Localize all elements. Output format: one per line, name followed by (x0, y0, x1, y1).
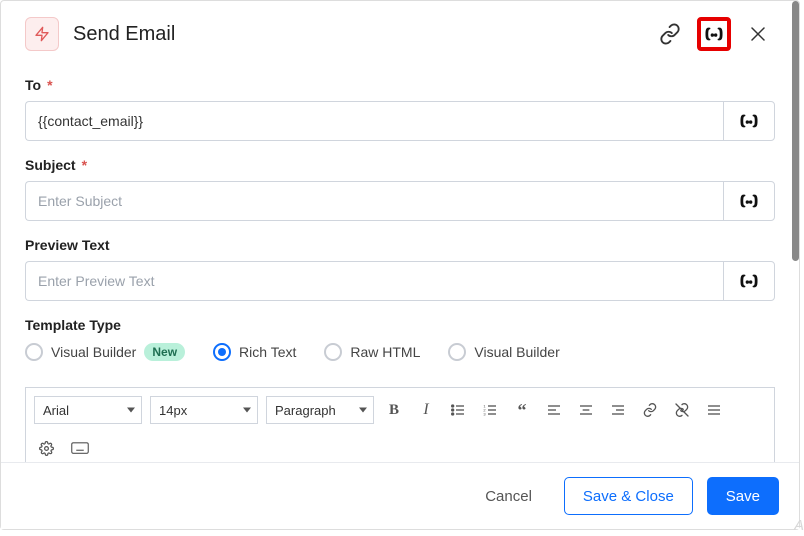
gear-icon[interactable] (34, 436, 58, 460)
font-size-select[interactable]: 14px (150, 396, 258, 424)
select-value: Arial (43, 403, 69, 418)
field-subject: Subject * (25, 157, 775, 221)
template-option-visual-builder[interactable]: Visual Builder (448, 343, 559, 361)
field-label-subject: Subject * (25, 157, 775, 173)
template-type-options: Visual Builder New Rich Text Raw HTML Vi… (25, 343, 775, 361)
italic-icon[interactable]: I (414, 398, 438, 422)
editor-toolbar: Arial 14px Paragraph B I 123 “ (25, 387, 775, 432)
link-icon[interactable] (653, 17, 687, 51)
numbered-list-icon[interactable]: 123 (478, 398, 502, 422)
radio-icon (213, 343, 231, 361)
save-button[interactable]: Save (707, 477, 779, 515)
field-to: To * (25, 77, 775, 141)
align-right-icon[interactable] (606, 398, 630, 422)
template-option-raw-html[interactable]: Raw HTML (324, 343, 420, 361)
radio-label: Raw HTML (350, 344, 420, 360)
select-value: 14px (159, 403, 187, 418)
input-row-to (25, 101, 775, 141)
panel-footer: Cancel Save & Close Save (1, 462, 799, 529)
input-row-subject (25, 181, 775, 221)
template-variable-icon[interactable] (697, 17, 731, 51)
radio-label: Visual Builder (474, 344, 559, 360)
to-input[interactable] (25, 101, 723, 141)
field-template-type: Template Type Visual Builder New Rich Te… (25, 317, 775, 361)
insert-variable-icon[interactable] (723, 101, 775, 141)
keyboard-icon[interactable] (68, 436, 92, 460)
panel-header: Send Email (1, 1, 799, 61)
radio-label: Visual Builder (51, 344, 136, 360)
align-center-icon[interactable] (574, 398, 598, 422)
bullet-list-icon[interactable] (446, 398, 470, 422)
insert-variable-icon[interactable] (723, 261, 775, 301)
panel-content: To * Subject * (1, 61, 799, 462)
field-label-preview: Preview Text (25, 237, 775, 253)
template-option-rich-text[interactable]: Rich Text (213, 343, 296, 361)
lightning-icon (25, 17, 59, 51)
label-text: To (25, 77, 41, 93)
font-family-select[interactable]: Arial (34, 396, 142, 424)
panel-title: Send Email (73, 23, 639, 46)
header-actions (653, 17, 775, 51)
subject-input[interactable] (25, 181, 723, 221)
align-left-icon[interactable] (542, 398, 566, 422)
unlink-icon[interactable] (670, 398, 694, 422)
block-format-select[interactable]: Paragraph (266, 396, 374, 424)
insert-variable-icon[interactable] (723, 181, 775, 221)
radio-icon (448, 343, 466, 361)
label-text: Subject (25, 157, 76, 173)
field-label-template-type: Template Type (25, 317, 775, 333)
radio-icon (324, 343, 342, 361)
input-row-preview (25, 261, 775, 301)
field-label-to: To * (25, 77, 775, 93)
align-justify-icon[interactable] (702, 398, 726, 422)
required-marker: * (47, 77, 52, 93)
field-preview: Preview Text (25, 237, 775, 301)
insert-link-icon[interactable] (638, 398, 662, 422)
save-and-close-button[interactable]: Save & Close (564, 477, 693, 515)
watermark: A (794, 517, 804, 534)
required-marker: * (82, 157, 87, 173)
bold-icon[interactable]: B (382, 398, 406, 422)
label-text: Preview Text (25, 237, 110, 253)
select-value: Paragraph (275, 403, 336, 418)
label-text: Template Type (25, 317, 121, 333)
template-option-visual-builder-new[interactable]: Visual Builder New (25, 343, 185, 361)
close-icon[interactable] (741, 17, 775, 51)
preview-input[interactable] (25, 261, 723, 301)
radio-icon (25, 343, 43, 361)
editor-subtoolbar (25, 432, 775, 462)
quote-icon[interactable]: “ (510, 398, 534, 422)
svg-text:3: 3 (483, 411, 486, 416)
send-email-panel: Send Email To * (0, 0, 800, 530)
cancel-button[interactable]: Cancel (467, 477, 550, 515)
new-badge: New (144, 343, 185, 361)
radio-label: Rich Text (239, 344, 296, 360)
